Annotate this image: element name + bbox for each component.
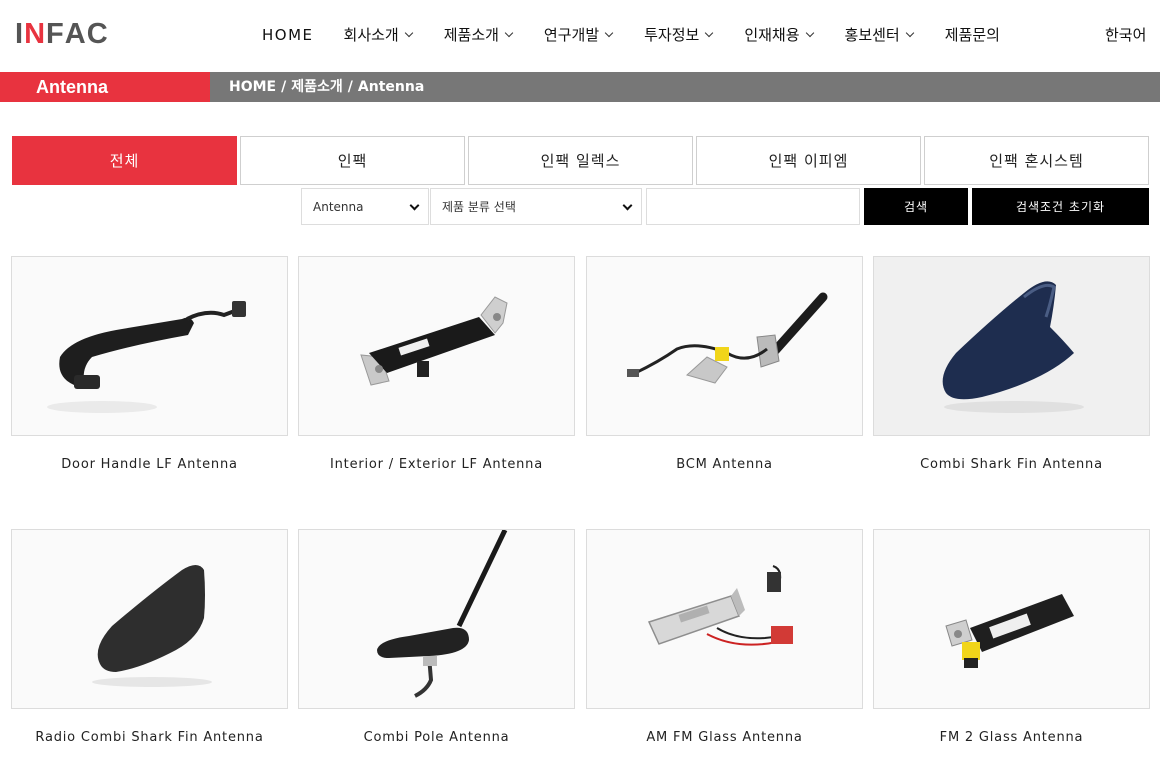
breadcrumb: HOME / 제품소개 / Antenna bbox=[229, 72, 424, 102]
breadcrumb-separator: / bbox=[281, 79, 287, 95]
nav-label: 투자정보 bbox=[644, 26, 700, 44]
product-card[interactable]: Combi Pole Antenna bbox=[298, 529, 575, 745]
site-header: I N F A C HOME 회사소개 제품소개 연구개발 투자정보 인재채용 … bbox=[0, 0, 1160, 72]
chevron-down-icon bbox=[409, 200, 420, 211]
breadcrumb-home[interactable]: HOME bbox=[229, 72, 276, 102]
product-name[interactable]: Combi Shark Fin Antenna bbox=[873, 457, 1150, 472]
reset-filters-button[interactable]: 검색조건 초기화 bbox=[972, 188, 1149, 225]
product-card[interactable]: Radio Combi Shark Fin Antenna bbox=[11, 529, 288, 745]
door-handle-antenna-image[interactable] bbox=[11, 256, 288, 436]
search-button[interactable]: 검색 bbox=[864, 188, 968, 225]
search-input[interactable] bbox=[646, 188, 860, 225]
chevron-down-icon bbox=[622, 200, 633, 211]
breadcrumb-separator: / bbox=[347, 79, 353, 95]
chevron-down-icon bbox=[404, 28, 413, 37]
nav-label: 제품문의 bbox=[944, 26, 1000, 44]
logo-letter: I bbox=[15, 17, 25, 50]
category-select[interactable]: Antenna bbox=[301, 188, 429, 225]
product-card[interactable]: Door Handle LF Antenna bbox=[11, 256, 288, 472]
nav-item-home[interactable]: HOME bbox=[262, 26, 314, 44]
chevron-down-icon bbox=[705, 28, 714, 37]
nav-item-careers[interactable]: 인재채용 bbox=[744, 24, 814, 45]
subcategory-select-value: 제품 분류 선택 bbox=[442, 200, 516, 214]
nav-item-investor[interactable]: 투자정보 bbox=[644, 24, 714, 45]
product-card[interactable]: AM FM Glass Antenna bbox=[586, 529, 863, 745]
subcategory-select[interactable]: 제품 분류 선택 bbox=[430, 188, 642, 225]
infac-logo[interactable]: I N F A C bbox=[15, 17, 109, 50]
product-name[interactable]: Door Handle LF Antenna bbox=[11, 457, 288, 472]
product-card[interactable]: Interior / Exterior LF Antenna bbox=[298, 256, 575, 472]
product-card[interactable]: FM 2 Glass Antenna bbox=[873, 529, 1150, 745]
nav-label: 홍보센터 bbox=[844, 26, 900, 44]
company-tabs: 전체 인팩 인팩 일렉스 인팩 이피엠 인팩 혼시스템 bbox=[12, 136, 1152, 185]
nav-item-inquiry[interactable]: 제품문의 bbox=[945, 24, 1000, 45]
nav-label: 회사소개 bbox=[343, 26, 399, 44]
breadcrumb-bar: Antenna HOME / 제품소개 / Antenna bbox=[0, 72, 1160, 102]
product-card[interactable]: Combi Shark Fin Antenna bbox=[873, 256, 1150, 472]
shark-fin-antenna-image[interactable] bbox=[873, 256, 1150, 436]
product-name[interactable]: FM 2 Glass Antenna bbox=[873, 730, 1150, 745]
page-title: Antenna bbox=[0, 72, 210, 102]
language-selector[interactable]: 한국어 bbox=[1105, 24, 1146, 45]
nav-item-pr[interactable]: 홍보센터 bbox=[844, 24, 914, 45]
tab-infac-elecs[interactable]: 인팩 일렉스 bbox=[468, 136, 693, 185]
category-select-value: Antenna bbox=[313, 199, 364, 214]
logo-letter: F bbox=[46, 17, 65, 50]
breadcrumb-products[interactable]: 제품소개 bbox=[291, 72, 343, 102]
chevron-down-icon bbox=[504, 28, 514, 37]
logo-letter: N bbox=[24, 17, 47, 50]
breadcrumb-current: Antenna bbox=[357, 79, 425, 95]
product-name[interactable]: AM FM Glass Antenna bbox=[586, 730, 863, 745]
nav-item-products[interactable]: 제품소개 bbox=[443, 24, 514, 45]
pole-antenna-image[interactable] bbox=[298, 529, 575, 709]
product-name[interactable]: Radio Combi Shark Fin Antenna bbox=[11, 730, 288, 745]
tab-infac[interactable]: 인팩 bbox=[240, 136, 465, 185]
tab-infac-horn-system[interactable]: 인팩 혼시스템 bbox=[924, 136, 1149, 185]
chevron-down-icon bbox=[805, 28, 814, 37]
product-name[interactable]: BCM Antenna bbox=[586, 457, 863, 472]
lf-antenna-module-image[interactable] bbox=[298, 256, 575, 436]
chevron-down-icon bbox=[905, 28, 914, 37]
product-card[interactable]: BCM Antenna bbox=[586, 256, 863, 472]
logo-letter: A bbox=[64, 17, 87, 50]
nav-item-rnd[interactable]: 연구개발 bbox=[543, 24, 614, 45]
nav-label: HOME bbox=[262, 25, 314, 44]
bcm-antenna-image[interactable] bbox=[586, 256, 863, 436]
main-nav: HOME 회사소개 제품소개 연구개발 투자정보 인재채용 홍보센터 제품문의 bbox=[262, 24, 1032, 45]
nav-label: 연구개발 bbox=[543, 26, 600, 44]
nav-item-company[interactable]: 회사소개 bbox=[343, 24, 413, 45]
product-name[interactable]: Combi Pole Antenna bbox=[298, 730, 575, 745]
nav-label: 인재채용 bbox=[744, 26, 800, 44]
radio-shark-fin-antenna-image[interactable] bbox=[11, 529, 288, 709]
nav-label: 제품소개 bbox=[443, 26, 499, 44]
product-name[interactable]: Interior / Exterior LF Antenna bbox=[298, 457, 575, 472]
logo-letter: C bbox=[86, 17, 109, 50]
tab-infac-epm[interactable]: 인팩 이피엠 bbox=[696, 136, 921, 185]
fm2-glass-antenna-image[interactable] bbox=[873, 529, 1150, 709]
chevron-down-icon bbox=[604, 28, 614, 37]
tab-all[interactable]: 전체 bbox=[12, 136, 237, 185]
am-fm-glass-antenna-image[interactable] bbox=[586, 529, 863, 709]
